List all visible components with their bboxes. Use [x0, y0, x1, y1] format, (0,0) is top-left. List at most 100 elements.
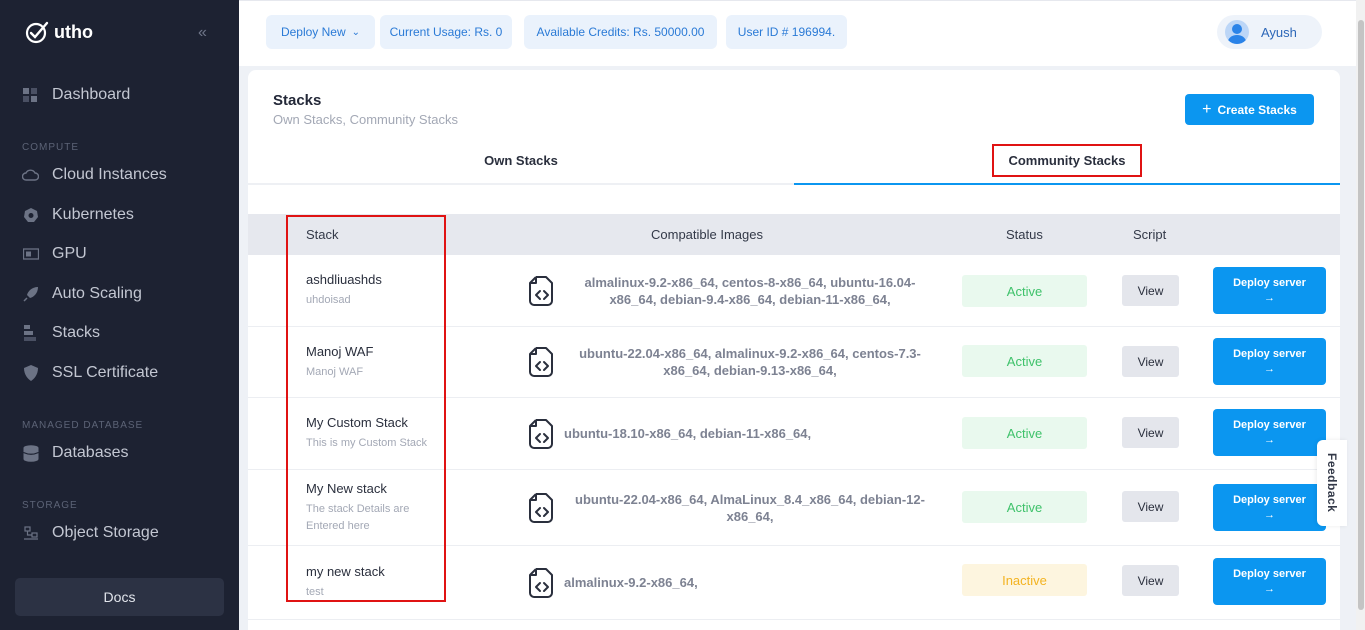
- sidebar: utho « Dashboard COMPUTE Cloud Instances…: [0, 0, 239, 630]
- compatible-images-text: ubuntu-18.10-x86_64, debian-11-x86_64,: [564, 426, 812, 441]
- stack-description: uhdoisad: [306, 294, 351, 306]
- sidebar-item-label: Auto Scaling: [52, 285, 142, 302]
- logo[interactable]: utho: [25, 20, 93, 44]
- page-scrollbar[interactable]: [1356, 0, 1365, 630]
- shield-icon: [22, 365, 39, 382]
- stacks-card: Stacks Own Stacks, Community Stacks + Cr…: [248, 70, 1340, 630]
- arrow-right-icon: →: [1264, 434, 1275, 446]
- file-code-icon: [529, 275, 553, 306]
- deploy-server-button[interactable]: Deploy server →: [1213, 267, 1326, 314]
- stack-name: ashdliuashds: [306, 272, 382, 287]
- stack-description: This is my Custom Stack: [306, 437, 428, 449]
- compatible-images-cell: ubuntu-22.04-x86_64, AlmaLinux_8.4_x86_6…: [526, 470, 936, 545]
- collapse-sidebar-icon[interactable]: «: [198, 24, 207, 42]
- dashboard-icon: [22, 87, 39, 104]
- gpu-icon: [22, 246, 39, 263]
- arrow-right-icon: →: [1264, 292, 1275, 304]
- sidebar-item-label: Stacks: [52, 324, 101, 341]
- view-script-button[interactable]: View: [1122, 346, 1179, 377]
- sidebar-item-stacks[interactable]: Stacks: [22, 324, 100, 342]
- column-script: Script: [1133, 227, 1167, 242]
- sidebar-item-databases[interactable]: Databases: [22, 444, 129, 462]
- sidebar-item-cloud-instances[interactable]: Cloud Instances: [22, 166, 167, 184]
- top-bar: Deploy New ⌄ Current Usage: Rs. 0 Availa…: [239, 0, 1365, 66]
- deploy-server-button[interactable]: Deploy server →: [1213, 338, 1326, 385]
- column-status: Status: [1006, 227, 1043, 242]
- view-script-button[interactable]: View: [1122, 417, 1179, 448]
- table-row: my new stack test almalinux-9.2-x86_64, …: [248, 546, 1340, 620]
- compatible-images-cell: ubuntu-22.04-x86_64, almalinux-9.2-x86_6…: [526, 327, 936, 397]
- create-stacks-button[interactable]: + Create Stacks: [1185, 94, 1314, 125]
- user-id-badge: User ID # 196994.: [726, 15, 847, 49]
- table-row: My New stack The stack Details are Enter…: [248, 470, 1340, 546]
- sidebar-item-kubernetes[interactable]: Kubernetes: [22, 206, 134, 224]
- stack-cell: My Custom Stack This is my Custom Stack: [306, 398, 446, 469]
- stack-description: test: [306, 586, 324, 598]
- sidebar-item-auto-scaling[interactable]: Auto Scaling: [22, 285, 142, 303]
- arrow-right-icon: →: [1264, 509, 1275, 521]
- feedback-tab[interactable]: Feedback: [1317, 440, 1347, 526]
- deploy-label: Deploy server: [1233, 348, 1306, 360]
- sidebar-item-gpu[interactable]: GPU: [22, 245, 87, 263]
- stack-cell: my new stack test: [306, 546, 446, 619]
- sidebar-item-label: SSL Certificate: [52, 364, 159, 381]
- avatar: [1225, 20, 1249, 44]
- arrow-right-icon: →: [1264, 583, 1275, 595]
- storage-icon: [22, 525, 39, 542]
- deploy-label: Deploy server: [1233, 494, 1306, 506]
- stack-description: Manoj WAF: [306, 365, 364, 378]
- status-badge: Active: [962, 345, 1087, 377]
- deploy-new-dropdown[interactable]: Deploy New ⌄: [266, 15, 375, 49]
- database-icon: [22, 444, 39, 462]
- scrollbar-thumb[interactable]: [1358, 20, 1364, 610]
- deploy-server-button[interactable]: Deploy server →: [1213, 484, 1326, 531]
- cloud-icon: [22, 167, 39, 184]
- stack-cell: My New stack The stack Details are Enter…: [306, 470, 446, 545]
- sidebar-item-ssl-certificate[interactable]: SSL Certificate: [22, 364, 158, 382]
- current-usage-badge: Current Usage: Rs. 0: [380, 15, 512, 49]
- file-code-icon: [529, 418, 553, 449]
- tab-label: Own Stacks: [484, 152, 558, 168]
- stack-cell: Manoj WAF Manoj WAF: [306, 327, 446, 397]
- column-compatible-images: Compatible Images: [651, 227, 763, 242]
- compatible-images-text: almalinux-9.2-x86_64,: [564, 575, 698, 590]
- status-badge: Inactive: [962, 564, 1087, 596]
- column-stack: Stack: [306, 227, 339, 242]
- kubernetes-icon: [22, 207, 39, 224]
- stack-cell: ashdliuashds uhdoisad: [306, 255, 446, 326]
- sidebar-item-label: Databases: [52, 444, 129, 461]
- compatible-images-text: almalinux-9.2-x86_64, centos-8-x86_64, u…: [584, 274, 916, 307]
- sidebar-item-object-storage[interactable]: Object Storage: [22, 524, 159, 542]
- deploy-label: Deploy server: [1233, 568, 1306, 580]
- view-script-button[interactable]: View: [1122, 491, 1179, 522]
- logo-text: utho: [54, 21, 93, 42]
- rocket-icon: [22, 286, 39, 303]
- compatible-images-text: ubuntu-22.04-x86_64, AlmaLinux_8.4_x86_6…: [575, 491, 925, 524]
- deploy-server-button[interactable]: Deploy server →: [1213, 409, 1326, 456]
- sidebar-item-label: Object Storage: [52, 524, 159, 541]
- page-title: Stacks: [273, 92, 322, 109]
- logo-check-icon: [25, 21, 49, 44]
- sidebar-item-label: Dashboard: [52, 86, 131, 103]
- deploy-label: Deploy server: [1233, 277, 1306, 289]
- deploy-new-label: Deploy New: [280, 25, 346, 39]
- docs-button[interactable]: Docs: [15, 578, 224, 616]
- view-script-button[interactable]: View: [1122, 275, 1179, 306]
- tab-community-stacks[interactable]: Community Stacks: [794, 137, 1340, 185]
- plus-icon: +: [1202, 100, 1212, 118]
- stacks-icon: [22, 325, 39, 342]
- tab-own-stacks[interactable]: Own Stacks: [248, 137, 794, 185]
- status-badge: Active: [962, 275, 1087, 307]
- sidebar-item-label: Cloud Instances: [52, 166, 167, 183]
- file-code-icon: [529, 492, 553, 523]
- sidebar-item-dashboard[interactable]: Dashboard: [22, 86, 130, 104]
- create-stacks-label: Create Stacks: [1217, 102, 1297, 117]
- user-menu[interactable]: Ayush: [1217, 15, 1322, 49]
- table-header: Stack Compatible Images Status Script: [248, 214, 1340, 255]
- sidebar-item-label: GPU: [52, 245, 87, 262]
- deploy-server-button[interactable]: Deploy server →: [1213, 558, 1326, 605]
- chevron-down-icon: ⌄: [351, 26, 361, 38]
- table-row: Manoj WAF Manoj WAF ubuntu-22.04-x86_64,…: [248, 327, 1340, 398]
- view-script-button[interactable]: View: [1122, 565, 1179, 596]
- stack-name: My New stack: [306, 480, 387, 496]
